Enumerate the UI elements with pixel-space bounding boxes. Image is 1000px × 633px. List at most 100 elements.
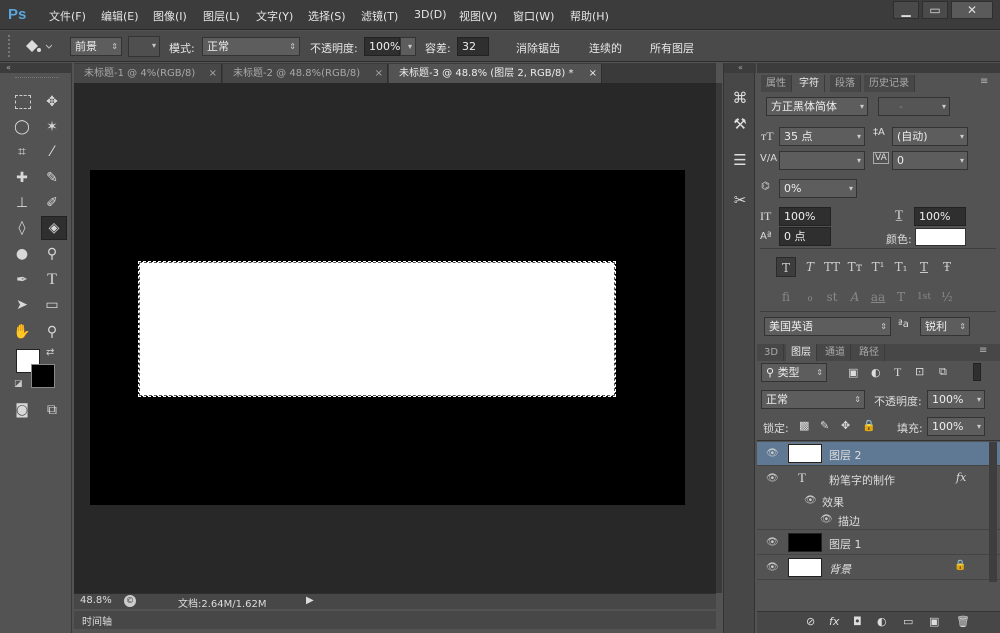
- menu-layer[interactable]: 图层(L): [203, 8, 240, 24]
- horizontal-scale-input[interactable]: 100%: [914, 207, 966, 226]
- pattern-picker[interactable]: ▾: [128, 36, 160, 57]
- close-tab-icon[interactable]: ×: [209, 64, 217, 83]
- tab-channels[interactable]: 通道: [820, 344, 851, 361]
- layer-filter-select[interactable]: ⚲ 类型 ⇕: [761, 363, 827, 382]
- underline-button[interactable]: T: [914, 257, 934, 277]
- ordinals-button[interactable]: 1st: [914, 287, 934, 307]
- leading-select[interactable]: (自动) ▾: [892, 127, 968, 146]
- all-caps-button[interactable]: TT: [822, 257, 842, 277]
- lock-transparent-icon[interactable]: ▩: [799, 419, 809, 432]
- ligatures-button[interactable]: fi: [776, 287, 796, 307]
- tab-layers[interactable]: 图层: [786, 344, 817, 361]
- status-info-icon[interactable]: ©: [124, 595, 136, 607]
- filter-type-icon[interactable]: T: [894, 365, 901, 380]
- timeline-tab[interactable]: 时间轴: [82, 613, 112, 628]
- tab-paragraph[interactable]: 段落: [830, 75, 861, 92]
- collapse-panel-icon[interactable]: «: [0, 63, 72, 73]
- default-colors-icon[interactable]: ◪: [14, 379, 23, 389]
- antialias-select[interactable]: 锐利 ⇕: [920, 317, 970, 336]
- menu-view[interactable]: 视图(V): [459, 8, 497, 24]
- menu-select[interactable]: 选择(S): [308, 8, 346, 24]
- visibility-eye-icon[interactable]: 👁: [766, 537, 779, 548]
- filter-pixel-icon[interactable]: ▣: [848, 366, 858, 379]
- zoom-tool-icon[interactable]: ⚲: [41, 321, 63, 343]
- strikethrough-button[interactable]: Ŧ: [937, 257, 957, 277]
- filter-toggle-switch[interactable]: [973, 363, 981, 381]
- path-selection-tool-icon[interactable]: ➤: [11, 294, 33, 316]
- visibility-eye-icon[interactable]: 👁: [766, 562, 779, 573]
- screen-mode-icon[interactable]: ⧉: [41, 399, 63, 421]
- rectangle-tool-icon[interactable]: ▭: [41, 294, 63, 316]
- layer-row-layer-1[interactable]: 👁 图层 1: [757, 531, 1000, 555]
- lasso-tool-icon[interactable]: ◯: [11, 116, 33, 138]
- font-style-select[interactable]: - ▾: [878, 97, 950, 116]
- layer-opacity-select[interactable]: 100% ▾: [927, 390, 985, 409]
- stroke-effect-row[interactable]: 👁 描边: [757, 510, 1000, 530]
- magic-wand-tool-icon[interactable]: ✶: [41, 116, 63, 138]
- grip-handle[interactable]: [8, 35, 14, 57]
- faux-bold-button[interactable]: T: [776, 257, 796, 277]
- eyedropper-tool-icon[interactable]: ⁄: [41, 141, 63, 163]
- visibility-eye-icon[interactable]: 👁: [804, 495, 817, 506]
- tracking-select[interactable]: 0 ▾: [892, 151, 968, 170]
- white-rectangle-selection[interactable]: [138, 261, 616, 397]
- effects-row[interactable]: 👁 效果: [757, 491, 1000, 511]
- opacity-dropdown[interactable]: ▾: [400, 37, 416, 56]
- status-menu-arrow-icon[interactable]: ▶: [306, 595, 314, 606]
- zoom-level[interactable]: 48.8%: [80, 595, 112, 606]
- new-layer-icon[interactable]: ▣: [929, 615, 939, 628]
- filter-smart-object-icon[interactable]: ⧉: [939, 365, 947, 379]
- swash-button[interactable]: A: [845, 287, 865, 307]
- tsume-select[interactable]: 0% ▾: [779, 179, 857, 198]
- history-brush-tool-icon[interactable]: ✐: [41, 192, 63, 214]
- tab-properties[interactable]: 属性: [761, 75, 792, 92]
- tolerance-input[interactable]: 32: [457, 37, 489, 56]
- close-button[interactable]: ✕: [951, 1, 993, 19]
- brush-presets-icon[interactable]: ⌘: [729, 87, 751, 109]
- tab-3d[interactable]: 3D: [759, 344, 785, 361]
- layer-row-text[interactable]: 👁 T 粉笔字的制作 fx: [757, 467, 1000, 491]
- restore-button[interactable]: ▭: [922, 1, 948, 19]
- swap-colors-icon[interactable]: ⇄: [46, 347, 54, 358]
- layer-row-layer-2[interactable]: 👁 图层 2: [757, 442, 1000, 466]
- new-group-icon[interactable]: ▭: [903, 615, 913, 628]
- paint-bucket-tool-icon[interactable]: ◈: [41, 216, 67, 240]
- eraser-tool-icon[interactable]: ◊: [11, 217, 33, 239]
- add-style-icon[interactable]: fx: [829, 615, 839, 628]
- hand-tool-icon[interactable]: ✋: [11, 321, 33, 343]
- mode-select[interactable]: 正常 ⇕: [202, 37, 300, 56]
- font-size-select[interactable]: 35 点 ▾: [779, 127, 865, 146]
- paint-bucket-preset-icon[interactable]: [22, 37, 60, 57]
- move-tool-icon[interactable]: ✥: [41, 91, 63, 113]
- visibility-eye-icon[interactable]: 👁: [766, 448, 779, 459]
- vertical-scale-input[interactable]: 100%: [779, 207, 831, 226]
- close-tab-icon[interactable]: ×: [589, 64, 597, 83]
- adjustments-icon[interactable]: ✂: [729, 189, 751, 211]
- text-color-swatch[interactable]: [915, 228, 966, 246]
- menu-edit[interactable]: 编辑(E): [101, 8, 139, 24]
- tab-character[interactable]: 字符: [794, 75, 825, 92]
- menu-3d[interactable]: 3D(D): [414, 8, 447, 21]
- font-family-select[interactable]: 方正黑体简体 ▾: [766, 97, 868, 116]
- opacity-input[interactable]: 100%: [364, 37, 400, 56]
- tab-document-3[interactable]: 未标题-3 @ 48.8% (图层 2, RGB/8) * ×: [389, 64, 602, 83]
- subscript-button[interactable]: T₁: [891, 257, 911, 277]
- quick-mask-icon[interactable]: ◙: [11, 399, 33, 421]
- adjustment-layer-icon[interactable]: ◐: [877, 615, 887, 628]
- lock-position-icon[interactable]: ✥: [841, 419, 850, 432]
- tab-document-1[interactable]: 未标题-1 @ 4%(RGB/8) ×: [74, 64, 222, 83]
- toolbar-grip[interactable]: [15, 77, 59, 80]
- visibility-eye-icon[interactable]: 👁: [820, 514, 833, 525]
- stylistic-alternates-button[interactable]: aa: [868, 287, 888, 307]
- tab-document-2[interactable]: 未标题-2 @ 48.8%(RGB/8) ×: [223, 64, 388, 83]
- panel-menu-icon[interactable]: ≡: [980, 76, 988, 87]
- menu-image[interactable]: 图像(I): [153, 8, 187, 24]
- menu-filter[interactable]: 滤镜(T): [361, 8, 398, 24]
- menu-type[interactable]: 文字(Y): [256, 8, 293, 24]
- vertical-scrollbar[interactable]: [716, 83, 722, 593]
- delete-layer-icon[interactable]: 🗑: [956, 615, 970, 628]
- marquee-tool-icon[interactable]: [15, 95, 31, 109]
- close-tab-icon[interactable]: ×: [375, 64, 383, 83]
- layer-row-background[interactable]: 👁 背景 🔒: [757, 556, 1000, 580]
- language-select[interactable]: 美国英语 ⇕: [764, 317, 891, 336]
